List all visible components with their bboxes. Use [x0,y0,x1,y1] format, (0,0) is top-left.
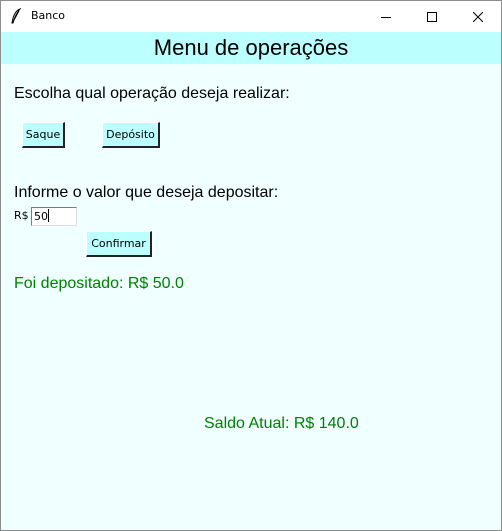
feather-icon [10,7,22,24]
amount-value: 50 [34,210,48,223]
minimize-button[interactable] [363,1,409,32]
currency-label: R$ [14,209,29,222]
minimize-icon [381,7,391,26]
close-button[interactable] [455,1,501,32]
deposit-result-label: Foi depositado: R$ 50.0 [14,275,184,292]
deposit-prompt-label: Informe o valor que deseja depositar: [14,184,279,201]
balance-label: Saldo Atual: R$ 140.0 [204,415,359,432]
app-window: Banco Menu de operações Escolha qual ope… [0,0,502,531]
window-title: Banco [31,9,66,22]
maximize-icon [427,7,437,26]
amount-input[interactable]: 50 [31,207,77,226]
operation-prompt-label: Escolha qual operação deseja realizar: [14,85,290,102]
maximize-button[interactable] [409,1,455,32]
text-caret [48,209,49,222]
title-bar[interactable]: Banco [1,1,501,32]
confirm-button[interactable]: Confirmar [86,231,152,257]
page-title: Menu de operações [1,32,501,64]
saque-button[interactable]: Saque [22,122,65,148]
deposito-button[interactable]: Depósito [102,122,160,148]
close-icon [472,7,484,26]
